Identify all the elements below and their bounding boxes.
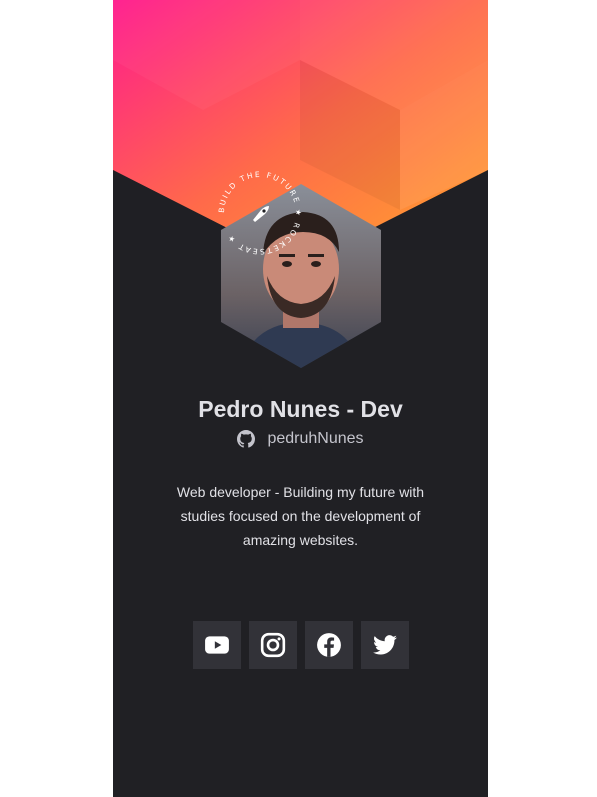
twitter-icon xyxy=(373,635,397,655)
social-links xyxy=(193,621,409,669)
youtube-button[interactable] xyxy=(193,621,241,669)
rocketseat-badge: BUILD THE FUTURE ★ ROCKETSEAT ★ xyxy=(217,170,301,256)
facebook-icon xyxy=(317,633,341,657)
instagram-icon xyxy=(260,632,286,658)
instagram-button[interactable] xyxy=(249,621,297,669)
twitter-button[interactable] xyxy=(361,621,409,669)
github-icon xyxy=(237,430,256,448)
username-text: pedruhNunes xyxy=(267,430,364,447)
facebook-button[interactable] xyxy=(305,621,353,669)
rocket-icon xyxy=(253,206,269,222)
profile-bio: Web developer - Building my future with … xyxy=(176,484,425,548)
profile-name: Pedro Nunes - Dev xyxy=(198,396,403,422)
github-username[interactable]: pedruhNunes xyxy=(113,430,488,448)
youtube-icon xyxy=(205,636,229,654)
profile-card: BUILD THE FUTURE ★ ROCKETSEAT ★ Pedro Nu… xyxy=(113,0,488,797)
